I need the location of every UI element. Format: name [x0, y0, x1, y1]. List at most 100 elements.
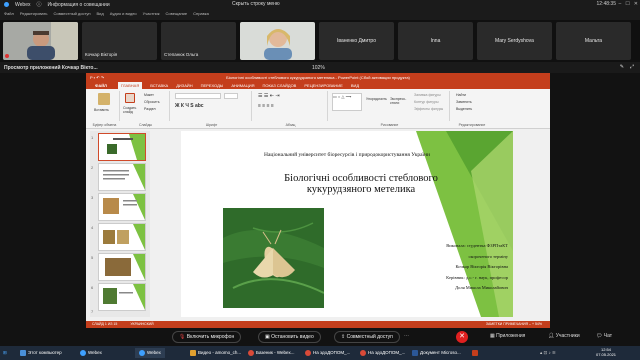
slide-number: 7	[91, 309, 94, 314]
slide-thumbnail[interactable]	[98, 163, 146, 191]
reset-button[interactable]: Сбросить	[144, 100, 160, 104]
minimize-icon[interactable]: –	[619, 1, 622, 7]
webex-menu-bar: Файл Редактировать Совместный доступ Вид…	[0, 9, 640, 18]
info-icon[interactable]: ⓘ	[36, 1, 41, 8]
participant-tile[interactable]	[240, 22, 315, 60]
bold-icon[interactable]: Ж К Ч S abc	[175, 103, 204, 109]
taskbar-item[interactable]: Базеник - Webex...	[248, 348, 295, 358]
menu-file[interactable]: Файл	[4, 11, 14, 16]
layout-button[interactable]: Макет	[144, 93, 154, 97]
zoom-level[interactable]: 102%	[312, 65, 325, 71]
meeting-info-link[interactable]: Информация о совещании	[48, 2, 110, 8]
tab-view[interactable]: ВИД	[351, 82, 359, 89]
group-label: Слайды	[138, 123, 153, 127]
taskbar-label: Документ Microso...	[420, 350, 461, 355]
find-button[interactable]: Найти	[456, 93, 466, 97]
participant-tile[interactable]: Inna	[398, 22, 473, 60]
list-icon[interactable]: ☰ ☰ ⇤ ⇥	[258, 93, 280, 99]
align-icon[interactable]: ≡ ≡ ≡ ≡	[258, 103, 274, 109]
paste-button[interactable]: Вставить	[94, 108, 109, 112]
group-slides: Создать слайд Макет Сбросить Раздел Слай…	[122, 91, 170, 127]
paste-icon[interactable]	[98, 93, 110, 105]
menu-share[interactable]: Совместный доступ	[53, 11, 90, 16]
fullscreen-icon[interactable]: ⤢	[630, 64, 634, 70]
taskbar-item[interactable]: Видео - amomo_ch...	[190, 348, 241, 358]
tab-animation[interactable]: АНИМАЦИЯ	[231, 82, 254, 89]
taskbar-label: Этот компьютер	[28, 350, 62, 355]
webex-logo-icon	[4, 2, 9, 7]
start-button[interactable]: ⊞	[3, 348, 7, 358]
taskbar-item[interactable]	[472, 348, 480, 358]
participant-tile[interactable]	[3, 22, 78, 60]
chat-button[interactable]: 💬︎ Чат	[596, 333, 612, 339]
share-view-title: Просмотр приложений Кочкар Вікто...	[4, 65, 98, 71]
participant-tile[interactable]: Степанюк Ольга	[161, 22, 236, 60]
tab-transitions[interactable]: ПЕРЕХОДЫ	[201, 82, 224, 89]
participant-tile[interactable]: Мальта	[556, 22, 631, 60]
new-slide-icon[interactable]	[125, 93, 135, 103]
maximize-icon[interactable]: ☐	[625, 1, 629, 7]
moth-photo	[223, 208, 324, 308]
slide-thumbnail[interactable]	[98, 193, 146, 221]
view-zoom-controls[interactable]: ЗАМЕТКИ ПРИМЕЧАНИЯ – + 54%	[486, 321, 542, 328]
arrange-button[interactable]: Упорядочить	[366, 97, 387, 101]
slide-thumbnail[interactable]	[98, 223, 146, 251]
menu-view[interactable]: Вид	[97, 11, 104, 16]
apps-button[interactable]: ▦ Приложения	[490, 333, 525, 339]
share-icon: ⇪	[341, 334, 346, 340]
hide-menu-button[interactable]: Скрыть строку меню	[232, 1, 280, 7]
font-size-input[interactable]	[224, 93, 238, 99]
participant-tile[interactable]: Іваненко Дмитро	[319, 22, 394, 60]
system-clock[interactable]: 12:54 07.05.2021	[596, 347, 616, 357]
more-icon[interactable]: ⋯	[404, 333, 409, 339]
chrome-icon	[360, 349, 366, 356]
menu-help[interactable]: Справка	[193, 11, 209, 16]
replace-button[interactable]: Заменить	[456, 100, 472, 104]
slide-canvas[interactable]: Національний університет біоресурсів і п…	[181, 131, 513, 317]
slide-thumbnail[interactable]	[98, 253, 146, 281]
slide-thumbnail[interactable]	[98, 283, 146, 311]
tab-design[interactable]: ДИЗАЙН	[176, 82, 192, 89]
language-indicator[interactable]: УКРАИНСКИЙ	[130, 322, 153, 326]
tab-insert[interactable]: ВСТАВКА	[150, 82, 168, 89]
shape-fill-button[interactable]: Заливка фигуры	[414, 93, 441, 97]
shape-outline-button[interactable]: Контур фигуры	[414, 100, 438, 104]
slide-thumbnail[interactable]	[98, 133, 146, 161]
taskbar-item[interactable]: Документ Microso...	[412, 348, 461, 358]
participants-button[interactable]: 👤︎ Участники	[548, 333, 580, 339]
participant-tile[interactable]: Кочкар Вікторія	[82, 22, 157, 60]
chrome-icon	[248, 349, 254, 356]
new-slide-button[interactable]: Создать слайд	[123, 106, 143, 114]
group-label: Абзац	[285, 123, 296, 127]
section-button[interactable]: Раздел	[144, 107, 156, 111]
quick-access-toolbar[interactable]: P ▪ ↶ ↷	[90, 73, 104, 82]
end-call-button[interactable]: ✕	[456, 331, 468, 343]
ppt-status-bar: СЛАЙД 1 ИЗ 15 УКРАИНСКИЙ ЗАМЕТКИ ПРИМЕЧА…	[86, 321, 550, 328]
menu-edit[interactable]: Редактировать	[20, 11, 48, 16]
taskbar-item[interactable]: Этот компьютер	[20, 348, 62, 358]
menu-participant[interactable]: Участник	[143, 11, 160, 16]
share-button[interactable]: ⇪ Совместный доступ	[334, 331, 400, 343]
tab-slideshow[interactable]: ПОКАЗ СЛАЙДОВ	[262, 82, 296, 89]
font-name-input[interactable]	[175, 93, 221, 99]
participant-tile[interactable]: Mary Serdyshova	[477, 22, 552, 60]
system-tray[interactable]: ▴ ⊡ ♪ ≋	[540, 348, 556, 358]
select-button[interactable]: Выделить	[456, 107, 472, 111]
close-icon[interactable]: ✕	[634, 1, 638, 7]
menu-audio-video[interactable]: Аудио и видео	[110, 11, 137, 16]
stop-video-button[interactable]: ▣ Остановить видео	[258, 331, 321, 343]
slide-author-line: скороченого терміну	[468, 253, 508, 259]
tab-review[interactable]: РЕЦЕНЗИРОВАНИЕ	[304, 82, 342, 89]
taskbar-item[interactable]: Webex	[80, 348, 102, 358]
tab-home[interactable]: ГЛАВНАЯ	[117, 82, 143, 89]
taskbar-item[interactable]: На здоДОПОМ_...	[360, 348, 405, 358]
taskbar-item[interactable]: На здоДОПОМ_...	[305, 348, 350, 358]
menu-meeting[interactable]: Совещание	[166, 11, 188, 16]
tab-file[interactable]: ФАЙЛ	[92, 82, 110, 89]
shapes-gallery[interactable]: ▭ ○ △ ⟶	[332, 93, 362, 111]
annotate-icon[interactable]: ✎	[620, 64, 624, 70]
shape-effects-button[interactable]: Эффекты фигуры	[414, 107, 443, 111]
quick-styles-button[interactable]: Экспресс-стили	[390, 97, 410, 105]
taskbar-item[interactable]: Webex	[135, 348, 165, 358]
unmute-button[interactable]: 🎙︎ Включить микрофон	[172, 331, 242, 343]
